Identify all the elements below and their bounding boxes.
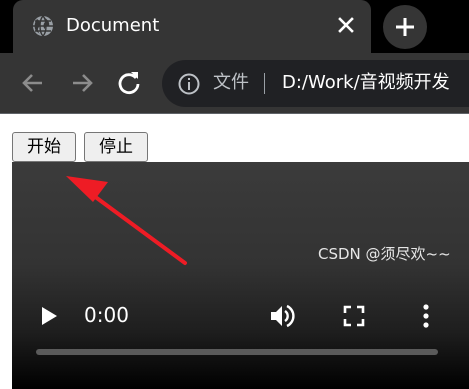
progress-track[interactable] [36, 349, 438, 355]
more-vertical-icon[interactable] [416, 302, 436, 330]
reload-icon[interactable] [115, 69, 143, 97]
new-tab-button[interactable] [383, 5, 427, 49]
start-button[interactable]: 开始 [12, 132, 76, 162]
address-divider [264, 73, 265, 94]
browser-window: Document 文件 D:/Work/音视频开发 开始 停止 0:00 CSD… [0, 0, 469, 389]
info-icon[interactable] [177, 72, 201, 96]
plus-icon [396, 18, 414, 36]
watermark: CSDN @须尽欢~~ [318, 245, 451, 263]
url-text[interactable]: D:/Work/音视频开发 [282, 70, 450, 96]
arrow-right-icon[interactable] [68, 69, 96, 97]
address-bar[interactable]: 文件 D:/Work/音视频开发 [162, 60, 469, 107]
volume-icon[interactable] [268, 302, 296, 330]
globe-icon [33, 15, 53, 37]
video-player[interactable]: 0:00 [12, 162, 469, 389]
close-icon[interactable] [334, 13, 358, 37]
arrow-left-icon[interactable] [19, 69, 47, 97]
fullscreen-icon[interactable] [342, 304, 366, 328]
scheme-label: 文件 [213, 72, 249, 93]
time-display: 0:00 [84, 303, 129, 327]
tab-title: Document [66, 15, 160, 36]
stop-button[interactable]: 停止 [84, 132, 148, 162]
play-icon[interactable] [39, 305, 59, 327]
tab-strip: Document [0, 0, 469, 53]
tab-document[interactable]: Document [13, 0, 371, 53]
browser-toolbar: 文件 D:/Work/音视频开发 [0, 53, 469, 113]
